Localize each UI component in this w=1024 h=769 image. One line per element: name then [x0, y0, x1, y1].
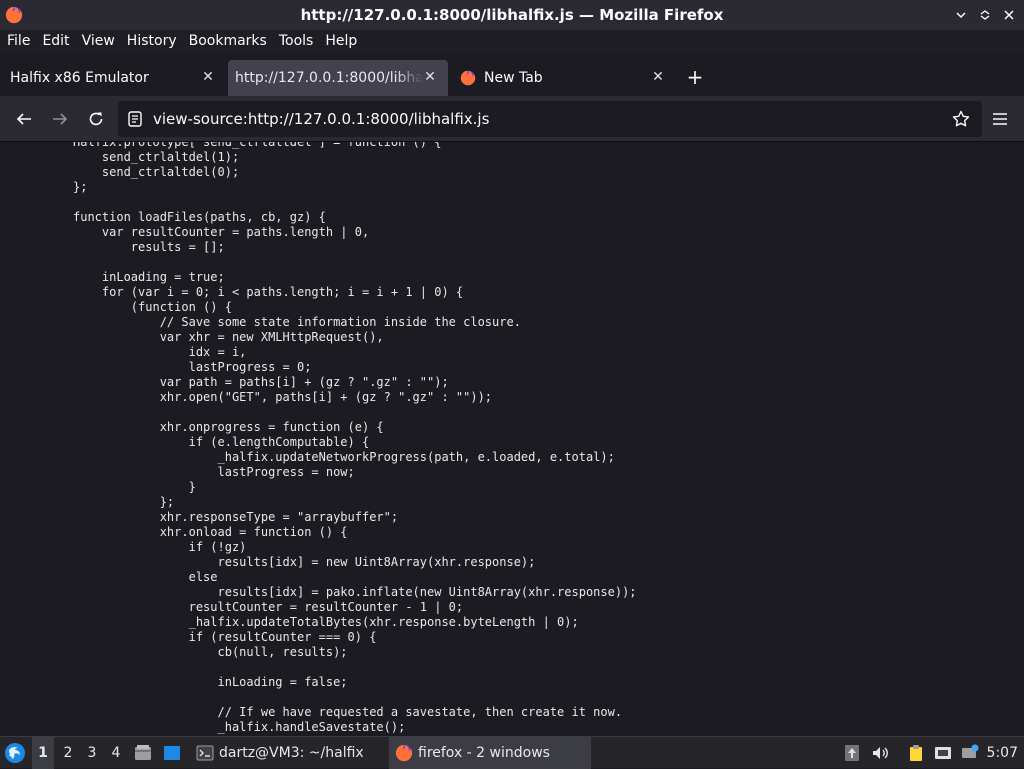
source-line: inLoading = true;: [73, 270, 225, 284]
updates-icon[interactable]: [843, 744, 861, 762]
source-line: results = [];: [73, 240, 225, 254]
menu-bar: File Edit View History Bookmarks Tools H…: [0, 30, 1024, 52]
task-firefox[interactable]: firefox - 2 windows: [389, 737, 591, 769]
tab-label: New Tab: [484, 70, 543, 86]
tab-libhalfix-source[interactable]: http://127.0.0.1:8000/libhalfix.js ✕: [228, 60, 448, 96]
file-manager-icon[interactable]: [134, 744, 152, 762]
clock: 5:07: [986, 745, 1018, 761]
clipboard-icon[interactable]: [907, 744, 925, 762]
show-desktop-icon[interactable]: [163, 744, 181, 762]
close-tab-icon[interactable]: ✕: [200, 69, 216, 85]
workspace-4[interactable]: 4: [105, 737, 127, 769]
source-line: }: [73, 480, 196, 494]
source-line: // Save some state information inside th…: [73, 315, 521, 329]
firefox-icon: [395, 744, 413, 762]
navigation-toolbar: view-source:http://127.0.0.1:8000/libhal…: [0, 96, 1024, 142]
source-line: var resultCounter = paths.length | 0,: [73, 225, 370, 239]
menu-view[interactable]: View: [76, 30, 121, 52]
page-info-icon[interactable]: [128, 111, 142, 127]
source-line: xhr.open("GET", paths[i] + (gz ? ".gz" :…: [73, 390, 493, 404]
source-line: xhr.onprogress = function (e) {: [73, 420, 384, 434]
close-tab-icon[interactable]: ✕: [650, 69, 666, 85]
terminal-icon: [196, 745, 214, 761]
view-source-content[interactable]: Halfix.prototype["send_ctrlaltdel"] = fu…: [0, 142, 1024, 736]
tab-label: http://127.0.0.1:8000/libhalfix.js: [235, 70, 423, 86]
source-line: (function () {: [73, 300, 232, 314]
task-terminal[interactable]: dartz@VM3: ~/halfix: [190, 737, 392, 769]
source-line: _halfix.updateNetworkProgress(path, e.lo…: [73, 450, 615, 464]
tab-strip: Halfix x86 Emulator ✕ http://127.0.0.1:8…: [0, 60, 1024, 96]
tab-label: Halfix x86 Emulator: [10, 70, 149, 86]
source-line: idx = i,: [73, 345, 247, 359]
window-title: http://127.0.0.1:8000/libhalfix.js — Moz…: [300, 6, 724, 24]
firefox-icon: [460, 70, 476, 86]
source-line: Halfix.prototype["send_ctrlaltdel"] = fu…: [73, 142, 442, 149]
source-code: Halfix.prototype["send_ctrlaltdel"] = fu…: [73, 142, 637, 735]
start-menu-icon[interactable]: [4, 742, 26, 764]
close-tab-icon[interactable]: ✕: [422, 69, 438, 85]
tab-new-tab[interactable]: New Tab ✕: [450, 60, 676, 96]
back-arrow-icon[interactable]: [14, 109, 34, 129]
source-line: lastProgress = 0;: [73, 360, 312, 374]
menu-history[interactable]: History: [121, 30, 183, 52]
source-line: };: [73, 495, 175, 509]
source-line: xhr.responseType = "arraybuffer";: [73, 510, 399, 524]
source-line: var path = paths[i] + (gz ? ".gz" : "");: [73, 375, 449, 389]
source-line: if (!gz): [73, 540, 247, 554]
tab-halfix-emulator[interactable]: Halfix x86 Emulator ✕: [0, 60, 226, 96]
address-bar[interactable]: view-source:http://127.0.0.1:8000/libhal…: [118, 101, 982, 137]
reload-icon[interactable]: [86, 109, 106, 129]
new-tab-plus-icon[interactable]: +: [686, 67, 704, 87]
source-line: resultCounter = resultCounter - 1 | 0;: [73, 600, 464, 614]
network-icon[interactable]: [934, 744, 952, 762]
source-line: lastProgress = now;: [73, 465, 355, 479]
task-label: dartz@VM3: ~/halfix: [219, 745, 364, 761]
menu-edit[interactable]: Edit: [36, 30, 75, 52]
bookmark-star-icon[interactable]: [951, 109, 971, 129]
source-line: else: [73, 570, 218, 584]
volume-icon[interactable]: [871, 744, 889, 762]
source-line: results[idx] = new Uint8Array(xhr.respon…: [73, 555, 536, 569]
window-controls: [954, 0, 1016, 30]
taskbar: 1 2 3 4 dartz@VM3: ~/halfix firefox - 2 …: [0, 736, 1024, 769]
source-line: for (var i = 0; i < paths.length; i = i …: [73, 285, 464, 299]
url-text[interactable]: view-source:http://127.0.0.1:8000/libhal…: [153, 101, 489, 137]
task-label: firefox - 2 windows: [418, 745, 550, 761]
source-line: if (e.lengthComputable) {: [73, 435, 370, 449]
source-line: // If we have requested a savestate, the…: [73, 705, 623, 719]
source-line: };: [73, 180, 88, 194]
maximize-icon[interactable]: [978, 8, 992, 22]
menu-help[interactable]: Help: [319, 30, 363, 52]
source-line: _halfix.handleSavestate();: [73, 720, 406, 734]
source-line: cb(null, results);: [73, 645, 348, 659]
source-line: send_ctrlaltdel(0);: [73, 165, 240, 179]
source-line: xhr.onload = function () {: [73, 525, 348, 539]
source-line: _halfix.updateTotalBytes(xhr.response.by…: [73, 615, 579, 629]
source-line: results[idx] = pako.inflate(new Uint8Arr…: [73, 585, 637, 599]
close-icon[interactable]: [1002, 8, 1016, 22]
workspace-3[interactable]: 3: [81, 737, 103, 769]
source-line: function loadFiles(paths, cb, gz) {: [73, 210, 326, 224]
menu-bookmarks[interactable]: Bookmarks: [183, 30, 273, 52]
source-line: send_ctrlaltdel(1);: [73, 150, 240, 164]
menu-tools[interactable]: Tools: [273, 30, 320, 52]
hamburger-menu-icon[interactable]: [990, 109, 1010, 129]
source-line: if (resultCounter === 0) {: [73, 630, 377, 644]
notification-icon[interactable]: [961, 744, 979, 762]
window-titlebar: http://127.0.0.1:8000/libhalfix.js — Moz…: [0, 0, 1024, 30]
forward-arrow-icon[interactable]: [50, 109, 70, 129]
workspace-1[interactable]: 1: [32, 737, 54, 769]
menu-file[interactable]: File: [0, 30, 36, 52]
source-line: var xhr = new XMLHttpRequest(),: [73, 330, 384, 344]
minimize-icon[interactable]: [954, 8, 968, 22]
workspace-2[interactable]: 2: [57, 737, 79, 769]
source-line: inLoading = false;: [73, 675, 348, 689]
